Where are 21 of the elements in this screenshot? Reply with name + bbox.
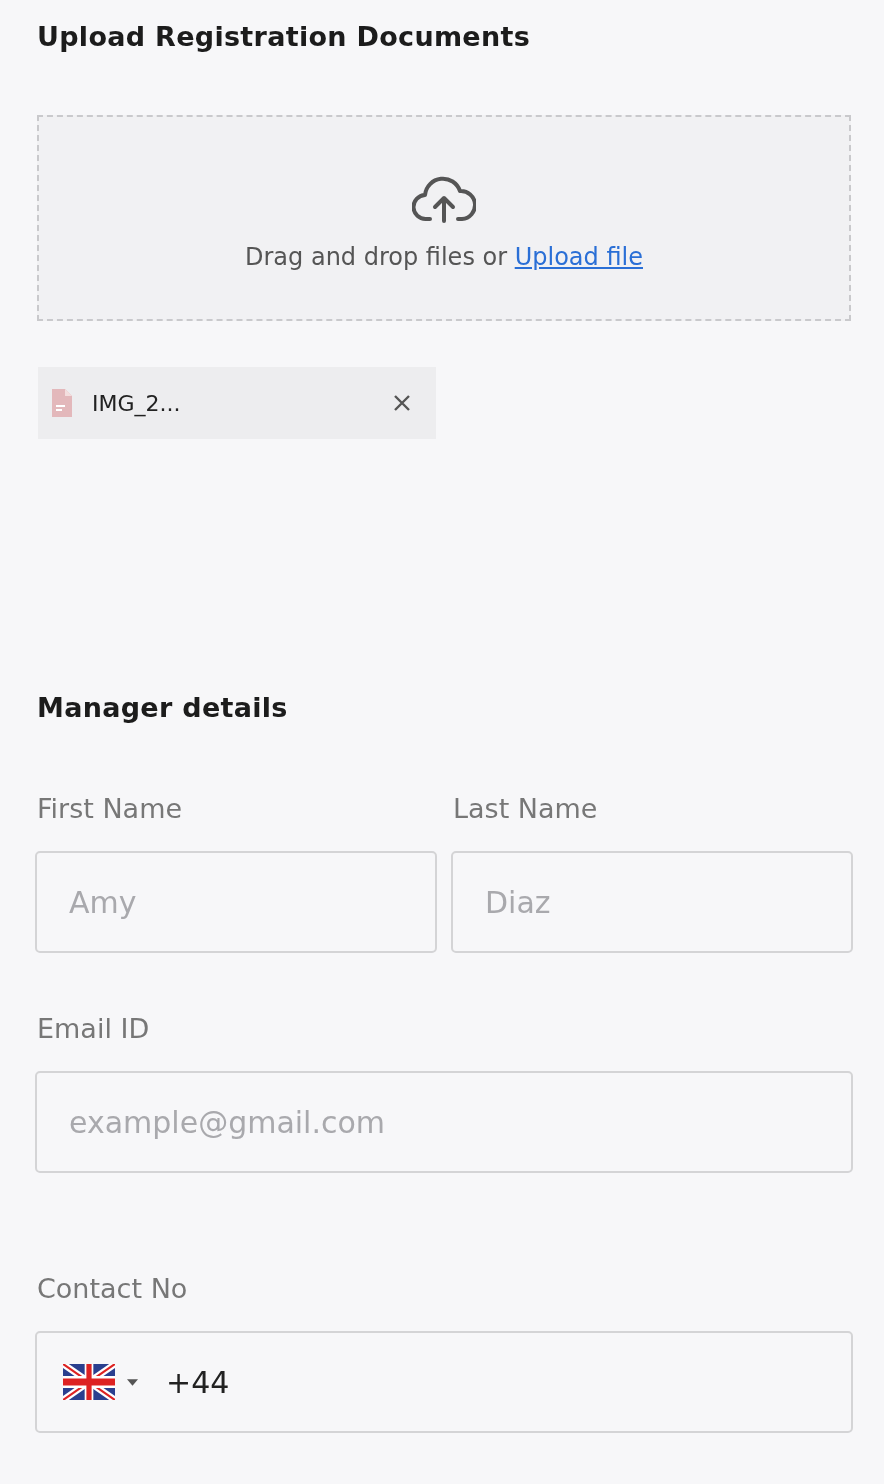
field-label: Last Name bbox=[453, 792, 599, 826]
dropzone[interactable]: Drag and drop files or Upload file bbox=[37, 115, 851, 321]
cloud-upload-icon bbox=[412, 175, 476, 225]
document-icon bbox=[50, 387, 74, 419]
phone-number-input[interactable]: +44 bbox=[164, 1363, 368, 1401]
input-field[interactable]: example@gmail.com bbox=[35, 1071, 853, 1173]
input-field[interactable]: Diaz bbox=[451, 851, 853, 953]
caret-icon bbox=[127, 1378, 138, 1386]
dropzone-text: Drag and drop files or Upload file bbox=[245, 243, 643, 271]
field-label: First Name bbox=[37, 792, 184, 826]
flag-icon bbox=[63, 1364, 115, 1400]
field-label: Contact No bbox=[37, 1272, 189, 1306]
field-label: Email ID bbox=[37, 1012, 151, 1046]
upload-link[interactable]: Upload file bbox=[514, 243, 643, 271]
close-button[interactable] bbox=[392, 393, 412, 413]
country-selector[interactable] bbox=[63, 1364, 138, 1400]
section-title: Upload Registration Documents bbox=[37, 20, 532, 54]
section-title: Manager details bbox=[37, 691, 289, 725]
file-name: IMG_2... bbox=[92, 390, 182, 416]
phone-field[interactable]: +44 bbox=[35, 1331, 853, 1433]
input-field[interactable]: Amy bbox=[35, 851, 437, 953]
